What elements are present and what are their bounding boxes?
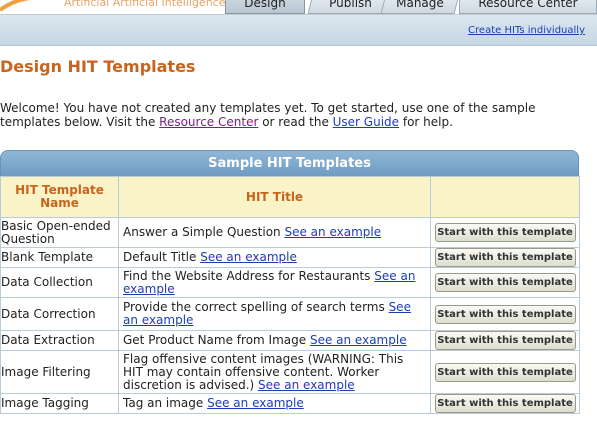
- see-example-link[interactable]: See an example: [258, 378, 355, 392]
- template-name-cell: Blank Template: [0, 247, 119, 268]
- hit-title-text: Default Title: [123, 250, 197, 264]
- templates-table: HIT Template Name HIT Title Basic Open-e…: [0, 176, 580, 414]
- tab-manage-label: Manage: [396, 0, 444, 10]
- action-cell: Start with this template: [430, 217, 580, 248]
- sample-templates-caption: Sample HIT Templates: [0, 150, 579, 176]
- tab-resource-center[interactable]: Resource Center: [459, 0, 597, 14]
- start-with-template-button[interactable]: Start with this template: [434, 223, 576, 242]
- see-example-link[interactable]: See an example: [207, 396, 304, 410]
- sub-nav-bar: Create HITs individually: [0, 15, 597, 46]
- column-header-template-name: HIT Template Name: [0, 176, 119, 218]
- brand-logo-icon: [0, 0, 31, 12]
- hit-title-cell: Default Title See an example: [118, 247, 431, 268]
- see-example-link[interactable]: See an example: [310, 333, 407, 347]
- tab-design-label: Design: [244, 0, 286, 10]
- hit-title-cell: Flag offensive content images (WARNING: …: [118, 350, 431, 394]
- tab-design[interactable]: Design: [225, 0, 305, 14]
- start-with-template-button[interactable]: Start with this template: [434, 362, 576, 382]
- see-example-link[interactable]: See an example: [284, 225, 381, 239]
- intro-text-part: for help.: [399, 115, 453, 129]
- table-row: Data Extraction Get Product Name from Ima…: [0, 330, 580, 351]
- intro-text-part: or read the: [258, 115, 333, 129]
- action-cell: Start with this template: [430, 247, 580, 268]
- start-with-template-button[interactable]: Start with this template: [434, 331, 576, 350]
- create-hits-individually-link[interactable]: Create HITs individually: [468, 25, 585, 36]
- template-name-cell: Basic Open-ended Question: [0, 217, 119, 248]
- start-with-template-button[interactable]: Start with this template: [434, 304, 576, 324]
- hit-title-cell: Tag an image See an example: [118, 393, 431, 414]
- hit-title-cell: Find the Website Address for Restaurants…: [118, 267, 431, 298]
- hit-title-text: Answer a Simple Question: [123, 225, 281, 239]
- hit-title-cell: Provide the correct spelling of search t…: [118, 297, 431, 331]
- hit-title-text: Get Product Name from Image: [123, 333, 307, 347]
- start-with-template-button[interactable]: Start with this template: [434, 273, 576, 292]
- resource-center-link[interactable]: Resource Center: [159, 115, 258, 129]
- hit-title-text: Provide the correct spelling of search t…: [123, 300, 385, 314]
- table-row: Data Correction Provide the correct spell…: [0, 297, 580, 331]
- hit-title-cell: Get Product Name from Image See an examp…: [118, 330, 431, 351]
- table-row: Image Filtering Flag offensive content im…: [0, 350, 580, 394]
- template-name-cell: Image Tagging: [0, 393, 119, 414]
- tab-publish-label: Publish: [328, 0, 372, 10]
- brand-tagline: Artificial Artificial Intelligence: [64, 0, 226, 9]
- table-row: Blank Template Default Title See an examp…: [0, 247, 580, 268]
- templates-table-body: Basic Open-ended Question Answer a Simple…: [0, 217, 580, 414]
- intro-text: Welcome! You have not created any templa…: [0, 101, 590, 129]
- table-row: Basic Open-ended Question Answer a Simple…: [0, 217, 580, 248]
- action-cell: Start with this template: [430, 267, 580, 298]
- hit-title-cell: Answer a Simple Question See an example: [118, 217, 431, 248]
- tab-manage[interactable]: Manage: [380, 0, 460, 14]
- column-header-actions: [430, 176, 580, 218]
- start-with-template-button[interactable]: Start with this template: [434, 248, 576, 267]
- hit-title-text: Tag an image: [123, 396, 204, 410]
- tab-resource-center-label: Resource Center: [478, 0, 578, 10]
- table-header-row: HIT Template Name HIT Title: [0, 176, 580, 218]
- template-name-cell: Data Extraction: [0, 330, 119, 351]
- hit-title-text: Find the Website Address for Restaurants: [123, 268, 371, 283]
- page-title: Design HIT Templates: [0, 57, 196, 76]
- action-cell: Start with this template: [430, 393, 580, 414]
- template-name-cell: Data Correction: [0, 297, 119, 331]
- action-cell: Start with this template: [430, 297, 580, 331]
- start-with-template-button[interactable]: Start with this template: [434, 394, 576, 413]
- top-bar: Artificial Artificial Intelligence Desig…: [0, 0, 597, 15]
- tab-publish[interactable]: Publish: [307, 0, 393, 14]
- column-header-hit-title: HIT Title: [118, 176, 431, 218]
- see-example-link[interactable]: See an example: [200, 250, 297, 264]
- user-guide-link[interactable]: User Guide: [333, 115, 399, 129]
- sample-templates-panel: Sample HIT Templates HIT Template Name H…: [0, 150, 580, 414]
- action-cell: Start with this template: [430, 350, 580, 394]
- table-row: Data Collection Find the Website Address …: [0, 267, 580, 298]
- table-row: Image Tagging Tag an image See an example…: [0, 393, 580, 414]
- action-cell: Start with this template: [430, 330, 580, 351]
- template-name-cell: Image Filtering: [0, 350, 119, 394]
- template-name-cell: Data Collection: [0, 267, 119, 298]
